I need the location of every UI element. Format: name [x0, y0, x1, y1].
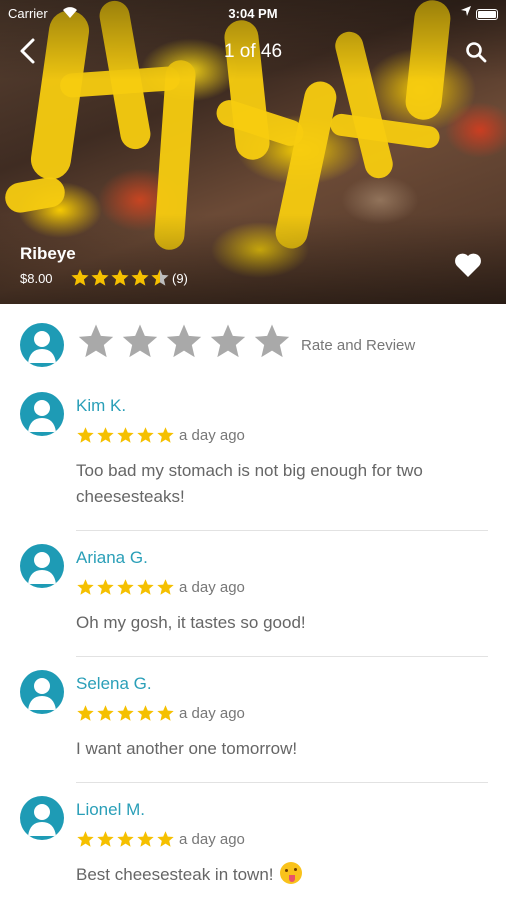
review-time: a day ago — [179, 831, 245, 848]
star-filled-icon — [77, 831, 94, 847]
star-filled-icon — [157, 579, 174, 595]
star-filled-icon — [117, 427, 134, 443]
status-time: 3:04 PM — [228, 6, 278, 21]
star-empty-icon[interactable] — [120, 322, 160, 362]
item-title: Ribeye — [20, 244, 76, 263]
review-text-content: Best cheesesteak in town! — [76, 865, 274, 884]
user-silhouette-icon — [28, 331, 56, 363]
review-time: a day ago — [179, 579, 245, 596]
photo-counter: 1 of 46 — [223, 41, 283, 62]
star-empty-icon[interactable] — [164, 322, 204, 362]
battery-icon — [476, 9, 498, 20]
star-filled-icon — [97, 427, 114, 443]
reviewer-name[interactable]: Kim K. — [76, 396, 126, 416]
review-stars — [76, 704, 176, 723]
star-filled-icon — [157, 831, 174, 847]
review-text: Oh my gosh, it tastes so good! — [76, 610, 496, 636]
review-text: I want another one tomorrow! — [76, 736, 496, 762]
review-time: a day ago — [179, 427, 245, 444]
reviewer-avatar — [20, 670, 64, 714]
heart-icon[interactable] — [454, 252, 482, 278]
item-review-count: (9) — [172, 271, 188, 286]
star-empty-icon[interactable] — [252, 322, 292, 362]
reviewer-name[interactable]: Selena G. — [76, 674, 152, 694]
review-text-content: Oh my gosh, it tastes so good! — [76, 613, 306, 632]
review-divider — [76, 530, 488, 531]
rate-and-review-label[interactable]: Rate and Review — [301, 337, 415, 354]
review-divider — [76, 782, 488, 783]
star-filled-icon — [157, 427, 174, 443]
review-text-content: Too bad my stomach is not big enough for… — [76, 461, 423, 506]
star-filled-icon — [71, 269, 89, 286]
star-filled-icon — [77, 579, 94, 595]
reviewer-avatar — [20, 392, 64, 436]
star-filled-icon — [91, 269, 109, 286]
item-price: $8.00 — [20, 271, 53, 286]
star-filled-icon — [137, 831, 154, 847]
review-stars — [76, 578, 176, 597]
review-time: a day ago — [179, 705, 245, 722]
review-stars — [76, 830, 176, 849]
review-stars — [76, 426, 176, 445]
user-avatar — [20, 323, 64, 367]
star-filled-icon — [97, 831, 114, 847]
review-text: Best cheesesteak in town! — [76, 862, 496, 888]
item-rating-stars — [70, 268, 170, 288]
star-filled-icon — [137, 579, 154, 595]
rating-input-stars[interactable] — [76, 322, 296, 362]
search-icon[interactable] — [464, 40, 488, 64]
star-half-icon — [151, 269, 169, 286]
review-divider — [76, 656, 488, 657]
user-silhouette-icon — [28, 804, 56, 836]
star-filled-icon — [97, 579, 114, 595]
star-filled-icon — [117, 831, 134, 847]
location-arrow-icon — [461, 6, 471, 16]
face-savoring-food-icon — [280, 862, 303, 884]
user-silhouette-icon — [28, 678, 56, 710]
star-filled-icon — [157, 705, 174, 721]
reviewer-avatar — [20, 544, 64, 588]
status-bar: Carrier 3:04 PM — [0, 4, 506, 24]
review-text-content: I want another one tomorrow! — [76, 739, 298, 758]
star-filled-icon — [117, 705, 134, 721]
star-empty-icon[interactable] — [76, 322, 116, 362]
star-filled-icon — [117, 579, 134, 595]
reviewer-name[interactable]: Lionel M. — [76, 800, 145, 820]
star-filled-icon — [111, 269, 129, 286]
star-filled-icon — [97, 705, 114, 721]
user-silhouette-icon — [28, 552, 56, 584]
reviewer-avatar — [20, 796, 64, 840]
star-filled-icon — [131, 269, 149, 286]
star-empty-icon[interactable] — [208, 322, 248, 362]
review-text: Too bad my stomach is not big enough for… — [76, 458, 496, 510]
reviewer-name[interactable]: Ariana G. — [76, 548, 148, 568]
star-filled-icon — [77, 705, 94, 721]
rate-and-review-row[interactable]: Rate and Review — [0, 304, 506, 384]
star-filled-icon — [77, 427, 94, 443]
user-silhouette-icon — [28, 400, 56, 432]
star-filled-icon — [137, 427, 154, 443]
star-filled-icon — [137, 705, 154, 721]
